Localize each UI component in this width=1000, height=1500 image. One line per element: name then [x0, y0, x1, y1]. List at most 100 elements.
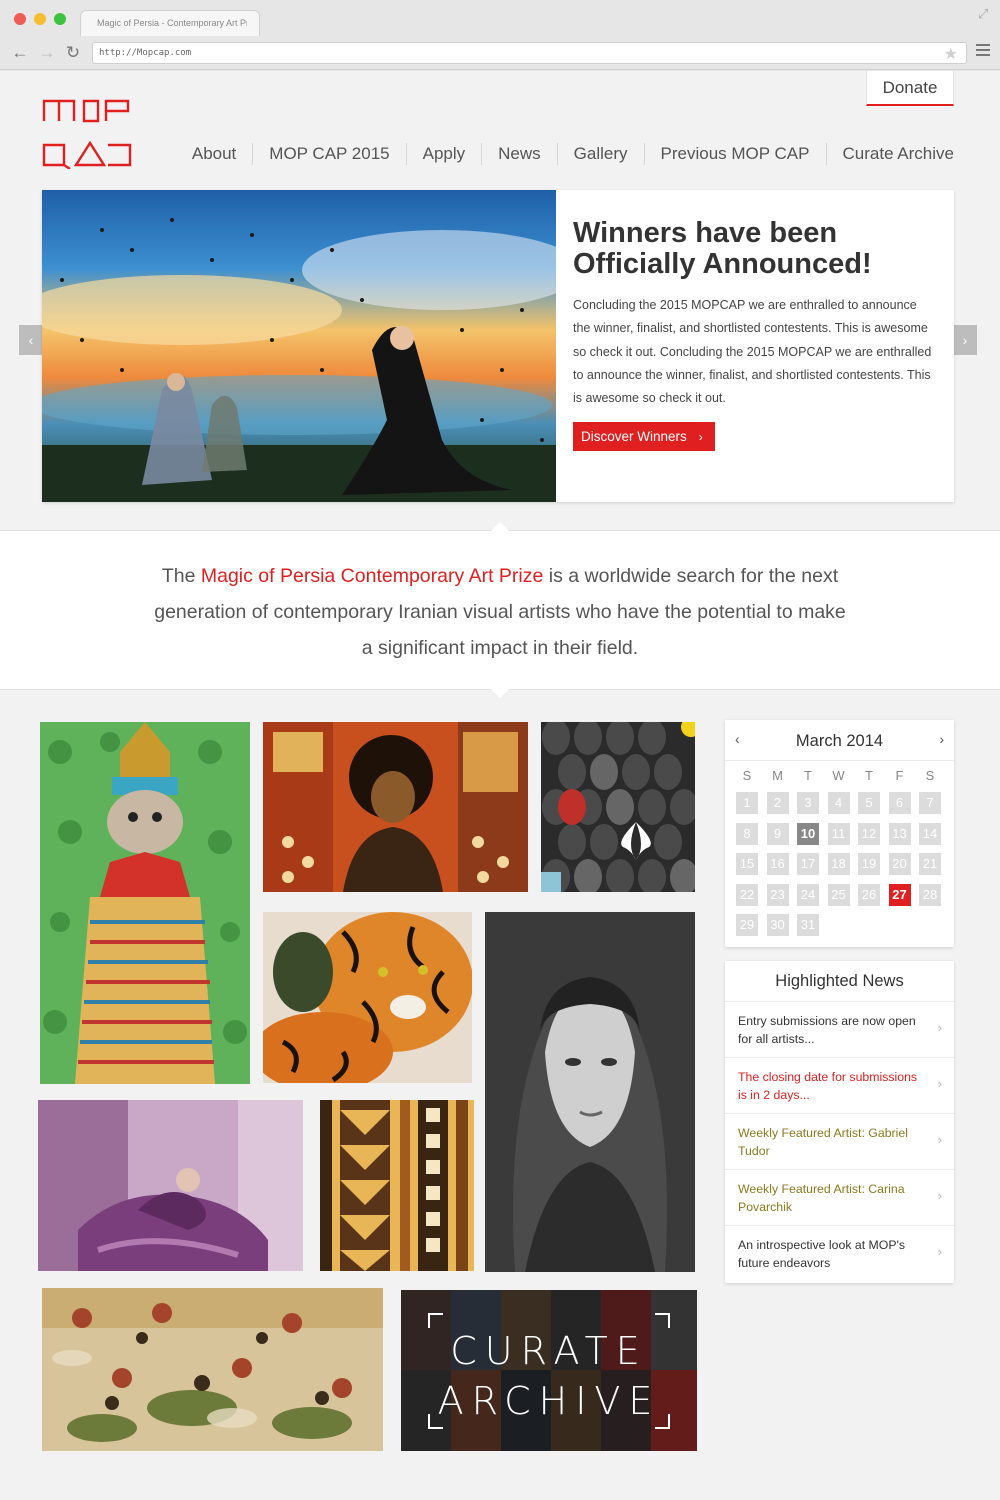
gallery-tile-tribal-pattern[interactable]: [320, 1100, 474, 1271]
address-bar[interactable]: http://Mopcap.com ★: [92, 42, 967, 64]
calendar-day[interactable]: 16: [766, 853, 789, 875]
calendar-day[interactable]: 6: [888, 792, 911, 814]
calendar-day[interactable]: 8: [736, 822, 758, 845]
calendar-day[interactable]: 9: [766, 822, 789, 845]
intro-band: The Magic of Persia Contemporary Art Pri…: [0, 522, 1000, 698]
calendar-month-title: March 2014: [795, 732, 884, 750]
intro-prize-name: Magic of Persia Contemporary Art Prize: [200, 565, 544, 587]
calendar-day[interactable]: 12: [858, 822, 880, 845]
forward-icon[interactable]: →: [37, 43, 57, 63]
hero-slide: Winners have been Officially Announced! …: [42, 190, 954, 502]
gallery-tile-cat-king[interactable]: [40, 722, 250, 1084]
highlighted-news-panel: Highlighted News Entry submissions are n…: [725, 961, 954, 1283]
nav-about[interactable]: About: [176, 143, 252, 165]
intro-notch-top: [491, 522, 509, 531]
chevron-right-icon: ›: [937, 1020, 942, 1035]
calendar-weekday: F: [895, 768, 904, 783]
curate-archive-line1: CURATE: [450, 1329, 647, 1373]
calendar-day[interactable]: 1: [736, 792, 758, 814]
calendar-day[interactable]: 13: [888, 822, 911, 845]
calendar-day[interactable]: 3: [797, 792, 819, 814]
browser-tab[interactable]: Magic of Persia - Contemporary Art Prize: [80, 10, 260, 36]
discover-winners-button[interactable]: Discover Winners ›: [573, 422, 715, 452]
back-icon[interactable]: ←: [10, 43, 30, 63]
close-window-dot[interactable]: [14, 13, 26, 25]
calendar-day[interactable]: 5: [858, 792, 880, 814]
calendar-day[interactable]: 26: [858, 883, 880, 906]
calendar-widget: ‹ March 2014 › S M T W T F S 1 2 3 4 5 6 7 8 9 10 11 12 13 1…: [725, 720, 954, 947]
calendar-day[interactable]: 29: [736, 914, 758, 936]
discover-winners-label: Discover Winners: [581, 429, 687, 445]
calendar-day[interactable]: 25: [827, 883, 850, 906]
news-item-text: Weekly Featured Artist: Gabriel Tudor: [738, 1126, 908, 1158]
gallery-tile-woman-portrait[interactable]: [485, 912, 695, 1272]
calendar-weekday: S: [742, 768, 752, 783]
chevron-right-icon: ›: [937, 1244, 942, 1259]
hero-text: Winners have been Officially Announced! …: [573, 218, 933, 452]
chevron-right-icon: ›: [937, 1132, 942, 1147]
maximize-window-dot[interactable]: [54, 13, 66, 25]
url-text: http://Mopcap.com: [99, 48, 192, 58]
calendar-day[interactable]: 31: [797, 914, 819, 936]
calendar-day[interactable]: 2: [766, 792, 789, 814]
nav-gallery[interactable]: Gallery: [556, 143, 644, 165]
news-item-text: The closing date for submissions is in 2…: [738, 1070, 918, 1102]
news-item[interactable]: The closing date for submissions is in 2…: [725, 1058, 954, 1114]
calendar-day[interactable]: 21: [919, 853, 941, 875]
calendar-day[interactable]: 23: [766, 883, 789, 906]
news-item[interactable]: An introspective look at MOP's future en…: [725, 1226, 954, 1282]
nav-previous-mop-cap[interactable]: Previous MOP CAP: [643, 143, 826, 165]
reload-icon[interactable]: ↻: [63, 43, 83, 63]
calendar-day[interactable]: 11: [827, 822, 850, 845]
news-item[interactable]: Entry submissions are now open for all a…: [725, 1002, 954, 1058]
gallery-tile-manuscript-portrait[interactable]: [263, 722, 528, 892]
calendar-day[interactable]: 27: [888, 883, 911, 906]
calendar-day[interactable]: 17: [797, 853, 819, 875]
hero-painting-image[interactable]: [42, 190, 556, 502]
calendar-day[interactable]: 15: [736, 853, 758, 875]
browser-menu-icon[interactable]: [976, 44, 990, 59]
calendar-weekday: S: [925, 768, 935, 783]
news-item[interactable]: Weekly Featured Artist: Carina Povarchik…: [725, 1170, 954, 1226]
nav-news[interactable]: News: [481, 143, 557, 165]
chevron-right-icon: ›: [937, 1076, 942, 1091]
hero-body: Concluding the 2015 MOPCAP we are enthra…: [573, 298, 932, 406]
nav-apply[interactable]: Apply: [405, 143, 482, 165]
gallery-tile-purple-reclining[interactable]: [38, 1100, 303, 1271]
slider-next-button[interactable]: ›: [953, 325, 977, 355]
mopcap-logo[interactable]: [42, 97, 134, 169]
donate-button[interactable]: Donate: [866, 71, 954, 106]
gallery-tile-persian-miniature[interactable]: [42, 1288, 383, 1451]
news-item[interactable]: Weekly Featured Artist: Gabriel Tudor ›: [725, 1114, 954, 1170]
calendar-day[interactable]: 28: [919, 883, 941, 906]
calendar-next-icon[interactable]: ›: [939, 731, 944, 747]
gallery-tile-geometric-pattern[interactable]: [541, 722, 695, 892]
gallery-tile-curate-archive[interactable]: CURATE ARCHIVE: [401, 1290, 697, 1451]
calendar-day[interactable]: 4: [827, 792, 850, 814]
calendar-weekday: T: [804, 768, 812, 783]
nav-curate-archive[interactable]: Curate Archive: [825, 143, 954, 165]
nav-mop-cap-2015[interactable]: MOP CAP 2015: [252, 143, 405, 165]
calendar-day[interactable]: 30: [766, 914, 789, 936]
news-panel-title: Highlighted News: [725, 961, 954, 1002]
bookmark-star-icon[interactable]: ★: [944, 44, 958, 64]
calendar-day[interactable]: 10: [797, 822, 819, 845]
calendar-day[interactable]: 18: [827, 853, 850, 875]
calendar-day[interactable]: 20: [888, 853, 911, 875]
intro-text-before: The: [161, 565, 201, 587]
calendar-day[interactable]: 22: [736, 883, 758, 906]
calendar-weekday: T: [865, 768, 873, 783]
calendar-day[interactable]: 14: [919, 822, 941, 845]
chevron-right-icon: ›: [937, 1188, 942, 1203]
main-nav: About MOP CAP 2015 Apply News Gallery Pr…: [176, 141, 954, 167]
fullscreen-icon[interactable]: ⤢: [978, 6, 988, 22]
calendar-day[interactable]: 7: [919, 792, 941, 814]
page: Donate About MOP CAP 2015 Apply News Gal…: [0, 71, 1000, 1500]
news-item-text: An introspective look at MOP's future en…: [738, 1238, 906, 1270]
gallery-tile-tiger[interactable]: [263, 912, 472, 1083]
minimize-window-dot[interactable]: [34, 13, 46, 25]
slider-prev-button[interactable]: ‹: [19, 325, 43, 355]
calendar-day[interactable]: 19: [858, 853, 880, 875]
news-item-text: Entry submissions are now open for all a…: [738, 1014, 916, 1046]
calendar-day[interactable]: 24: [797, 883, 819, 906]
